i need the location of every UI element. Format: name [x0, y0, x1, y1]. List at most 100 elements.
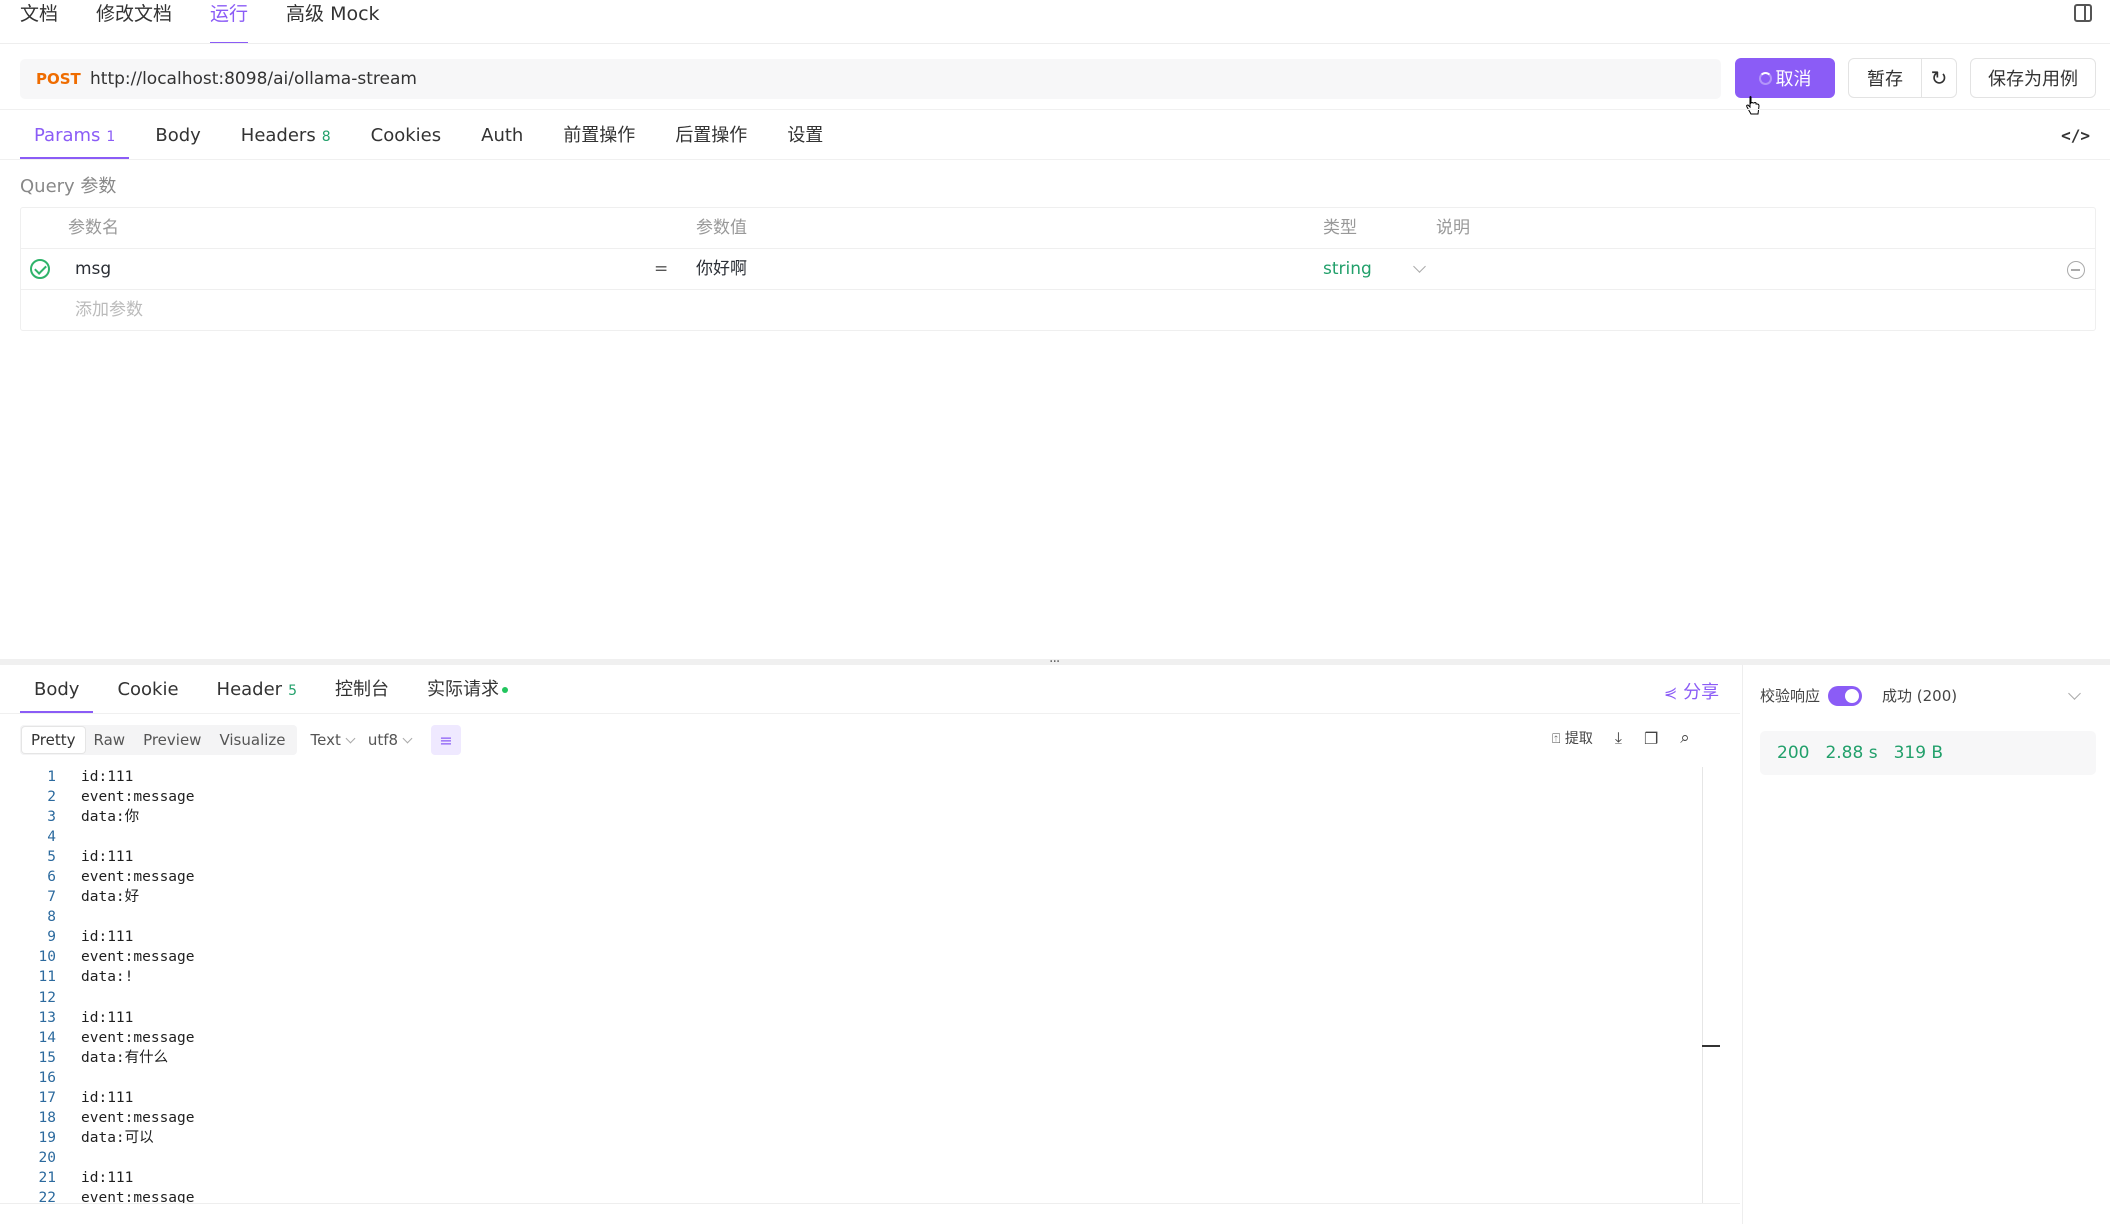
params-count-badge: 1 — [106, 129, 116, 145]
code-line: 15 data:有什么 — [20, 1048, 1720, 1068]
tab-cookies[interactable]: Cookies — [357, 118, 455, 160]
line-number: 11 — [38, 969, 56, 986]
line-number: 7 — [47, 889, 56, 906]
param-name[interactable]: msg — [75, 249, 111, 290]
tab-post-actions[interactable]: 后置操作 — [661, 118, 761, 160]
tab-run[interactable]: 运行 — [210, 0, 249, 44]
mode-visualize[interactable]: Visualize — [210, 727, 294, 753]
mode-raw[interactable]: Raw — [85, 727, 135, 753]
line-number: 8 — [47, 909, 56, 926]
code-line: 10 event:message — [20, 947, 1720, 967]
line-number: 9 — [47, 929, 56, 946]
save-temp-button[interactable]: 暂存 — [1848, 58, 1922, 98]
share-button[interactable]: ⋞ 分享 — [1664, 678, 1719, 704]
param-desc[interactable] — [1436, 249, 2016, 290]
code-line: 1 id:111 — [20, 767, 1720, 787]
add-param-input[interactable]: 添加参数 — [75, 290, 143, 331]
chevron-down-icon — [345, 733, 356, 744]
line-number: 2 — [47, 789, 56, 806]
remove-param-icon[interactable] — [2067, 261, 2085, 279]
tab-advanced-mock[interactable]: 高级 Mock — [286, 0, 380, 44]
url-divider — [0, 109, 2110, 110]
line-text: id:111 — [81, 929, 134, 946]
chevron-down-icon — [402, 733, 413, 744]
tab-pre-actions[interactable]: 前置操作 — [549, 118, 649, 160]
code-line: 4 — [20, 827, 1720, 847]
line-number: 21 — [38, 1169, 56, 1186]
line-text: id:111 — [81, 1089, 134, 1106]
line-text: event:message — [81, 1109, 195, 1126]
response-code-view[interactable]: 1 id:111 2 event:message 3 data:你 4 5 id:111 6 eve… — [20, 767, 1720, 1203]
extract-button[interactable]: ⍐ 提取 — [1552, 728, 1593, 748]
mode-preview[interactable]: Preview — [134, 727, 210, 753]
code-icon[interactable]: </> — [2061, 126, 2090, 145]
line-number: 14 — [38, 1029, 56, 1046]
response-stats: 200 2.88 s 319 B — [1760, 731, 2096, 775]
tab-auth[interactable]: Auth — [467, 118, 537, 160]
tab-response-header[interactable]: Header 5 — [203, 672, 311, 714]
line-number: 12 — [38, 989, 56, 1006]
tab-params[interactable]: Params 1 — [20, 118, 130, 160]
code-scrollbar[interactable] — [1702, 767, 1703, 1203]
tab-console[interactable]: 控制台 — [321, 672, 403, 714]
search-icon[interactable]: ⌕ — [1680, 728, 1690, 748]
line-number: 22 — [38, 1189, 56, 1203]
headers-count-badge: 8 — [321, 129, 331, 145]
drag-handle-icon[interactable]: ··· — [1049, 654, 1060, 670]
line-text: id:111 — [81, 1009, 134, 1026]
tab-actual-request[interactable]: 实际请求 — [413, 672, 522, 714]
http-method[interactable]: POST — [36, 70, 90, 88]
scroll-marker — [1702, 1045, 1720, 1047]
line-text: id:111 — [81, 769, 134, 785]
tab-body[interactable]: Body — [141, 118, 214, 160]
response-time: 2.88 s — [1825, 743, 1878, 763]
tab-response-cookie[interactable]: Cookie — [103, 672, 192, 714]
verify-label: 校验响应 — [1760, 687, 1821, 705]
line-text: data:好 — [81, 889, 140, 906]
line-text: id:111 — [81, 1169, 134, 1186]
reset-icon[interactable]: ↻ — [1921, 58, 1957, 98]
verify-toggle[interactable] — [1828, 685, 1863, 706]
word-wrap-icon[interactable]: ≡ — [431, 725, 462, 755]
code-line: 21 id:111 — [20, 1168, 1720, 1188]
url-bar[interactable]: POST http://localhost:8098/ai/ollama-str… — [20, 59, 1721, 99]
param-value[interactable]: 你好啊 — [696, 249, 747, 290]
add-param-row: 添加参数 — [21, 290, 2095, 331]
line-text: data:有什么 — [81, 1049, 169, 1066]
save-as-case-button[interactable]: 保存为用例 — [1970, 58, 2096, 98]
code-line: 6 event:message — [20, 867, 1720, 887]
line-text: event:message — [81, 1029, 195, 1046]
query-section-label: Query 参数 — [20, 176, 117, 197]
line-number: 15 — [38, 1049, 56, 1066]
tabs-divider — [0, 159, 2110, 160]
mode-pretty[interactable]: Pretty — [22, 727, 85, 753]
table-row: msg = 你好啊 string — [21, 249, 2095, 290]
line-text: data:可以 — [81, 1129, 154, 1146]
chevron-down-icon — [1413, 260, 1427, 273]
tab-docs[interactable]: 文档 — [20, 0, 58, 44]
panel-toggle-icon[interactable] — [2074, 4, 2092, 22]
url-input[interactable]: http://localhost:8098/ai/ollama-stream — [90, 69, 417, 89]
tab-headers[interactable]: Headers 8 — [227, 118, 345, 160]
code-line: 20 — [20, 1148, 1720, 1168]
code-line: 8 — [20, 907, 1720, 927]
content-type-select[interactable]: Text — [311, 731, 356, 749]
line-number: 18 — [38, 1109, 56, 1126]
verify-result[interactable]: 成功 (200) — [1882, 685, 1957, 706]
code-line: 13 id:111 — [20, 1008, 1720, 1028]
tab-response-body[interactable]: Body — [20, 672, 94, 714]
line-number: 17 — [38, 1089, 56, 1106]
cancel-button-label: 取消 — [1775, 69, 1812, 90]
line-number: 10 — [38, 949, 56, 966]
cancel-button[interactable]: 取消 — [1735, 58, 1835, 98]
download-icon[interactable]: ⤓ — [1615, 728, 1622, 748]
col-header-name: 参数名 — [68, 218, 119, 238]
chevron-down-icon[interactable] — [2068, 687, 2081, 700]
hand-cursor-icon — [1746, 96, 1760, 115]
tab-settings[interactable]: 设置 — [773, 118, 837, 160]
encoding-select[interactable]: utf8 — [368, 731, 413, 749]
param-type-select[interactable]: string — [1323, 249, 1427, 290]
tab-edit-docs[interactable]: 修改文档 — [96, 0, 172, 44]
copy-icon[interactable]: ❐ — [1644, 729, 1658, 748]
enabled-check-icon[interactable] — [30, 259, 50, 279]
